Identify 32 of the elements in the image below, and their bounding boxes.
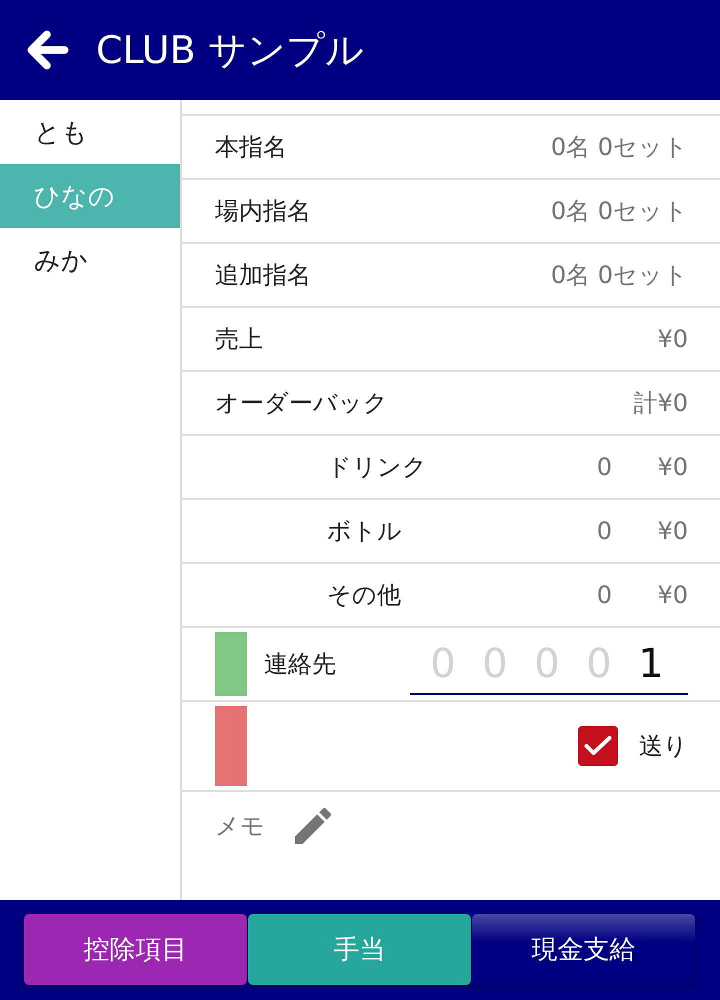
back-arrow-icon[interactable]	[27, 30, 69, 70]
row-label: 連絡先	[264, 649, 336, 680]
input-digit: 1	[637, 641, 665, 687]
action-button[interactable]: 控除項目	[24, 914, 247, 985]
row-label: 本指名	[215, 132, 287, 163]
row-label: ボトル	[327, 516, 402, 547]
row-label: 売上	[215, 324, 263, 355]
row-value: 計¥0	[633, 388, 688, 419]
row-value: 0名 0セット	[550, 260, 688, 291]
row-value: 0名 0セット	[550, 196, 688, 227]
amount-value: ¥0	[656, 581, 688, 609]
row-value: ¥0	[657, 325, 688, 353]
row-label: その他	[327, 580, 401, 611]
sidebar-item[interactable]: みか	[0, 228, 180, 292]
amount-value: ¥0	[656, 517, 688, 545]
page-title: CLUB サンプル	[96, 26, 364, 74]
pencil-icon[interactable]	[295, 808, 331, 844]
checkbox-label: 送り	[639, 731, 688, 762]
row-value: 0名 0セット	[550, 132, 688, 163]
count-value: 0	[596, 453, 612, 481]
count-value: 0	[596, 581, 612, 609]
checkmark-icon	[584, 736, 612, 756]
count-value: 0	[596, 517, 612, 545]
checkbox[interactable]	[578, 726, 618, 766]
row-label: 追加指名	[215, 260, 311, 291]
amount-value: ¥0	[656, 453, 688, 481]
row-label: 場内指名	[215, 196, 311, 227]
memo-label: メモ	[215, 811, 265, 842]
row-label: ドリンク	[327, 452, 427, 483]
row-label: オーダーバック	[215, 388, 388, 419]
action-button[interactable]: 現金支給	[472, 914, 695, 985]
sidebar-item[interactable]: とも	[0, 100, 180, 164]
